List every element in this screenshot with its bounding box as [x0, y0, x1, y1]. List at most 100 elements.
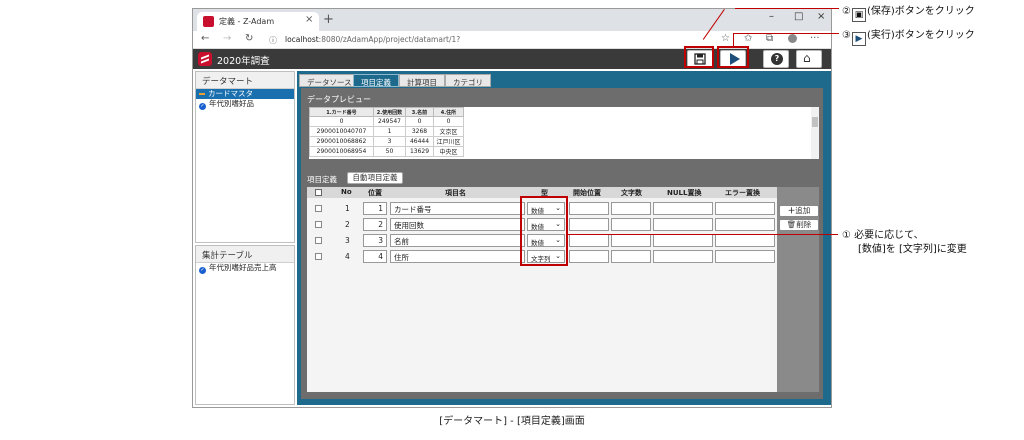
preview-row: 2900010040707 1 3268 文京区: [309, 126, 464, 137]
new-tab-button[interactable]: +: [323, 12, 334, 27]
start-input[interactable]: [569, 234, 609, 247]
row-checkbox[interactable]: [315, 237, 322, 244]
null-replace-input[interactable]: [653, 250, 713, 263]
preview-cell: 江戸川区: [433, 136, 464, 147]
error-replace-input[interactable]: [715, 218, 775, 231]
scrollbar-thumb[interactable]: [812, 117, 818, 127]
callout-run-number: ③: [842, 30, 851, 41]
save-highlight: [684, 46, 714, 68]
start-input[interactable]: [569, 218, 609, 231]
reload-button[interactable]: ↻: [245, 33, 253, 44]
preview-header: 2.使用回数: [373, 107, 406, 117]
browser-window: 定義 - Z-Adam × + – □ × ← → ↻ ⓘ localhost:…: [192, 8, 832, 408]
data-preview-box[interactable]: 1.カード番号 2.使用回数 3.名前 4.住所 0 249547 0 0 29…: [309, 107, 819, 159]
row-checkbox[interactable]: [315, 221, 322, 228]
window-close-button[interactable]: ×: [817, 11, 825, 22]
header-chars: 文字数: [621, 189, 642, 197]
callout-change-number: ①: [842, 230, 851, 241]
auto-define-button[interactable]: 自動項目定義: [347, 172, 403, 184]
preview-cell: 1: [373, 126, 406, 137]
home-button[interactable]: ⌂: [796, 50, 822, 68]
field-name-input[interactable]: 使用回数: [390, 218, 525, 231]
add-row-button[interactable]: ＋追加: [779, 205, 819, 217]
back-button[interactable]: ←: [201, 33, 209, 44]
start-input[interactable]: [569, 202, 609, 215]
preview-cell: 2900010068954: [309, 146, 374, 157]
preview-cell: 13629: [405, 146, 434, 157]
more-menu-icon[interactable]: ···: [810, 33, 820, 44]
delete-row-label: 削除: [796, 220, 812, 229]
maximize-button[interactable]: □: [794, 11, 803, 22]
url-field[interactable]: localhost:8080/zAdamApp/project/datamart…: [285, 35, 460, 44]
url-path: :8080/zAdamApp/project/datamart/1?: [318, 35, 461, 44]
home-icon: ⌂: [803, 51, 811, 65]
help-button[interactable]: ?: [763, 50, 789, 68]
datamart-item-card-master[interactable]: カードマスタ: [196, 89, 294, 99]
position-field[interactable]: 1: [363, 202, 387, 215]
preview-scrollbar[interactable]: [811, 107, 819, 159]
callout-line-run-h: [733, 33, 839, 34]
datamart-item-age-preference[interactable]: ✓ 年代別嗜好品: [196, 99, 294, 110]
null-replace-input[interactable]: [653, 234, 713, 247]
tab-calculated-fields[interactable]: 計算項目: [399, 74, 445, 87]
delete-row-button[interactable]: 🗑削除: [779, 219, 819, 231]
collections-icon[interactable]: ⧉: [766, 33, 773, 44]
error-replace-input[interactable]: [715, 234, 775, 247]
dash-icon: [199, 93, 205, 95]
row-number: 2: [345, 220, 350, 229]
aggregate-item-sales[interactable]: ✓ 年代別嗜好品売上高: [196, 263, 294, 274]
data-preview-table: 1.カード番号 2.使用回数 3.名前 4.住所 0 249547 0 0 29…: [309, 107, 464, 157]
error-replace-input[interactable]: [715, 250, 775, 263]
browser-tab[interactable]: 定義 - Z-Adam ×: [197, 12, 319, 31]
favorites-icon[interactable]: ✩: [744, 33, 752, 44]
row-checkbox[interactable]: [315, 205, 322, 212]
row-checkbox[interactable]: [315, 253, 322, 260]
callout-type-change: ① 必要に応じて、: [842, 226, 924, 241]
select-all-checkbox[interactable]: [315, 189, 322, 196]
field-name-input[interactable]: カード番号: [390, 202, 525, 215]
star-icon[interactable]: ☆: [721, 33, 730, 44]
tab-data-source[interactable]: データソース: [299, 74, 360, 87]
callout-line-run-v: [733, 33, 734, 46]
position-field[interactable]: 2: [363, 218, 387, 231]
minimize-button[interactable]: –: [769, 11, 774, 22]
header-null-replace: NULL置換: [667, 189, 702, 197]
preview-cell: 中央区: [433, 146, 464, 157]
check-circle-icon: ✓: [199, 103, 206, 110]
tab-close-icon[interactable]: ×: [305, 14, 313, 25]
aggregate-header: 集計テーブル: [196, 246, 294, 263]
header-error-replace: エラー置換: [725, 189, 760, 197]
field-name-input[interactable]: 住所: [390, 250, 525, 263]
null-replace-input[interactable]: [653, 202, 713, 215]
header-no: No: [341, 188, 352, 196]
tab-field-definition[interactable]: 項目定義: [353, 74, 399, 87]
position-field[interactable]: 3: [363, 234, 387, 247]
preview-cell: 249547: [373, 116, 406, 127]
tab-category[interactable]: カテゴリ: [445, 74, 491, 87]
start-input[interactable]: [569, 250, 609, 263]
project-title: 2020年調査: [217, 56, 270, 67]
callout-run: ③ ▶ (実行)ボタンをクリック: [842, 26, 975, 46]
preview-header: 4.住所: [433, 107, 464, 117]
position-field[interactable]: 4: [363, 250, 387, 263]
preview-cell: 3: [373, 136, 406, 147]
callout-run-text: (実行)ボタンをクリック: [866, 30, 975, 41]
null-replace-input[interactable]: [653, 218, 713, 231]
row-number: 3: [345, 236, 350, 245]
browser-tab-bar: 定義 - Z-Adam × + – □ ×: [193, 9, 831, 31]
chars-input[interactable]: [611, 234, 651, 247]
field-name-input[interactable]: 名前: [390, 234, 525, 247]
definition-label: 項目定義: [307, 175, 337, 184]
site-info-icon[interactable]: ⓘ: [269, 35, 277, 46]
preview-header: 3.名前: [405, 107, 434, 117]
profile-avatar-icon[interactable]: [788, 34, 797, 43]
forward-button[interactable]: →: [223, 33, 231, 44]
preview-header: 1.カード番号: [309, 107, 374, 117]
chars-input[interactable]: [611, 250, 651, 263]
chars-input[interactable]: [611, 202, 651, 215]
sidebar: データマート カードマスタ ✓ 年代別嗜好品 集計テーブル ✓ 年代別嗜好品売上高: [195, 71, 295, 405]
chars-input[interactable]: [611, 218, 651, 231]
header-start: 開始位置: [573, 189, 601, 197]
error-replace-input[interactable]: [715, 202, 775, 215]
preview-cell: 0: [433, 116, 464, 127]
